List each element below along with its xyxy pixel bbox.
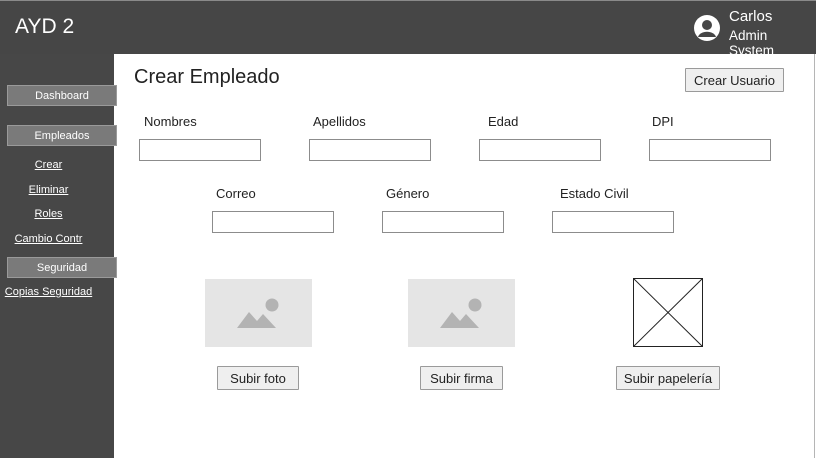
sidebar-item-seguridad[interactable]: Seguridad: [7, 257, 117, 278]
sidebar-link-crear[interactable]: Crear: [0, 159, 97, 171]
estado-civil-label: Estado Civil: [560, 186, 629, 201]
crear-usuario-button[interactable]: Crear Usuario: [685, 68, 784, 92]
app-title: AYD 2: [15, 15, 75, 38]
nombres-label: Nombres: [144, 114, 197, 129]
edad-input[interactable]: [479, 139, 601, 161]
subir-firma-button[interactable]: Subir firma: [420, 366, 503, 390]
main-panel: [114, 54, 815, 458]
sidebar-item-empleados[interactable]: Empleados: [7, 125, 117, 146]
correo-input[interactable]: [212, 211, 334, 233]
genero-input[interactable]: [382, 211, 504, 233]
subir-foto-button[interactable]: Subir foto: [217, 366, 299, 390]
user-avatar-icon[interactable]: [693, 14, 721, 42]
dpi-input[interactable]: [649, 139, 771, 161]
estado-civil-input[interactable]: [552, 211, 674, 233]
document-placeholder-icon: [633, 278, 703, 347]
top-bar: AYD 2 Carlos Admin System: [0, 0, 816, 58]
apellidos-label: Apellidos: [313, 114, 366, 129]
sidebar-link-roles[interactable]: Roles: [0, 208, 97, 220]
photo-placeholder-image-icon: [205, 279, 312, 347]
correo-label: Correo: [216, 186, 256, 201]
signature-placeholder-image-icon: [408, 279, 515, 347]
edad-label: Edad: [488, 114, 519, 129]
sidebar: Dashboard Empleados Crear Eliminar Roles…: [0, 54, 117, 458]
subir-papeleria-button[interactable]: Subir papelería: [616, 366, 720, 390]
sidebar-link-cambio-contr[interactable]: Cambio Contr: [0, 233, 97, 245]
sidebar-link-eliminar[interactable]: Eliminar: [0, 184, 97, 196]
sidebar-link-copias-seguridad[interactable]: Copias Seguridad: [0, 286, 97, 298]
sidebar-item-dashboard[interactable]: Dashboard: [7, 85, 117, 106]
dpi-label: DPI: [652, 114, 674, 129]
page-title: Crear Empleado: [134, 66, 280, 88]
user-name: Carlos: [729, 8, 773, 25]
apellidos-input[interactable]: [309, 139, 431, 161]
genero-label: Género: [386, 186, 430, 201]
nombres-input[interactable]: [139, 139, 261, 161]
